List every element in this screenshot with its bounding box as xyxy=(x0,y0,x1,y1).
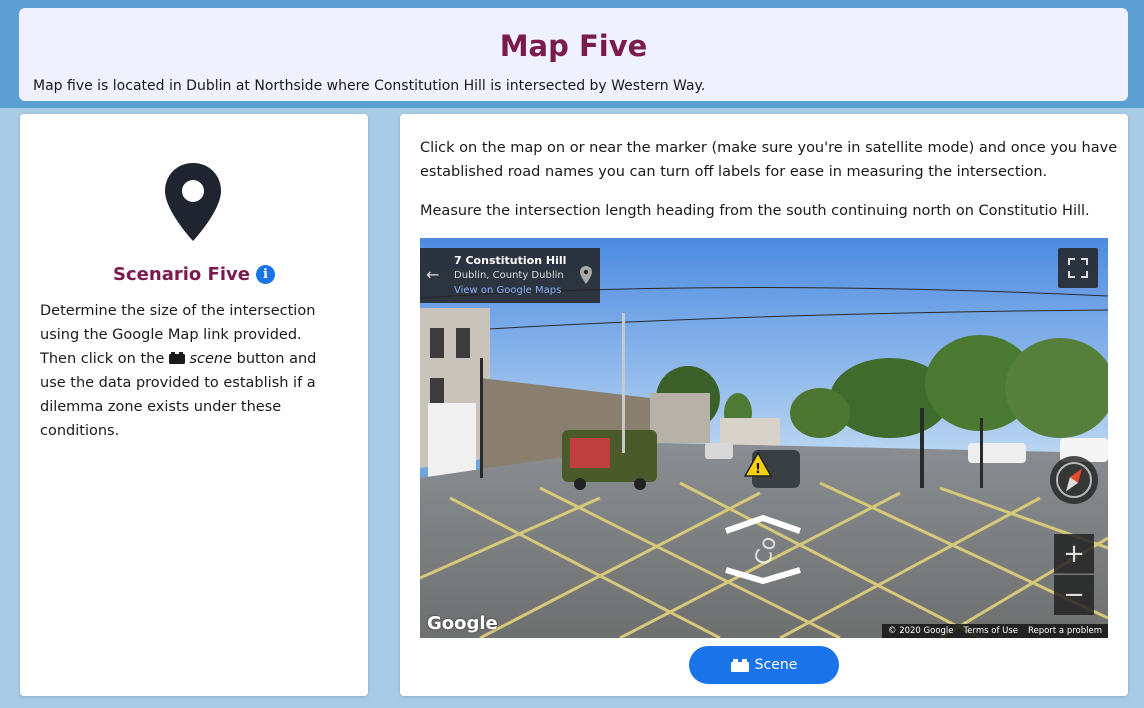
scenario-heading: Scenario Five i xyxy=(20,264,368,285)
street-view-embed[interactable]: ! Co ← 7 Constitution Hill Dublin, Count… xyxy=(420,238,1108,638)
scene-word: scene xyxy=(189,351,233,367)
map-marker-icon xyxy=(165,163,221,241)
google-logo: Google xyxy=(427,613,498,634)
scene-button[interactable]: Scene xyxy=(689,646,839,684)
terms-of-use-link[interactable]: Terms of Use xyxy=(964,626,1019,636)
scenario-description: Determine the size of the intersection u… xyxy=(40,299,340,443)
zoom-out-button[interactable]: − xyxy=(1054,575,1094,615)
page-title: Map Five xyxy=(499,29,648,63)
back-arrow-icon[interactable]: ← xyxy=(426,265,439,284)
report-problem-link[interactable]: Report a problem xyxy=(1028,626,1102,636)
instruction-paragraph-1: Click on the map on or near the marker (… xyxy=(420,140,1118,180)
map-description: Map five is located in Dublin at Northsi… xyxy=(33,78,706,94)
info-icon[interactable]: i xyxy=(255,265,275,284)
camera-icon xyxy=(730,658,749,672)
copyright-text: © 2020 Google xyxy=(888,626,954,636)
zoom-in-button[interactable]: + xyxy=(1054,534,1094,574)
scene-button-label: Scene xyxy=(754,657,798,673)
fullscreen-icon xyxy=(1068,258,1088,278)
camera-icon xyxy=(168,352,185,364)
svg-text:!: ! xyxy=(755,462,761,477)
address-panel: ← 7 Constitution Hill Dublin, County Dub… xyxy=(420,248,600,303)
compass-icon xyxy=(1056,462,1092,498)
attribution-bar: © 2020 Google Terms of Use Report a prob… xyxy=(882,624,1108,638)
address-title: 7 Constitution Hill xyxy=(454,254,567,267)
location-pin-icon xyxy=(580,266,592,284)
instruction-paragraph-2: Measure the intersection length heading … xyxy=(420,203,1090,219)
address-subtitle: Dublin, County Dublin xyxy=(454,270,564,281)
header-card: Map Five Map five is located in Dublin a… xyxy=(19,8,1128,101)
compass-button[interactable] xyxy=(1050,456,1098,504)
fullscreen-button[interactable] xyxy=(1058,248,1098,288)
scenario-title: Scenario Five xyxy=(113,264,250,285)
view-on-google-maps-link[interactable]: View on Google Maps xyxy=(454,285,561,296)
